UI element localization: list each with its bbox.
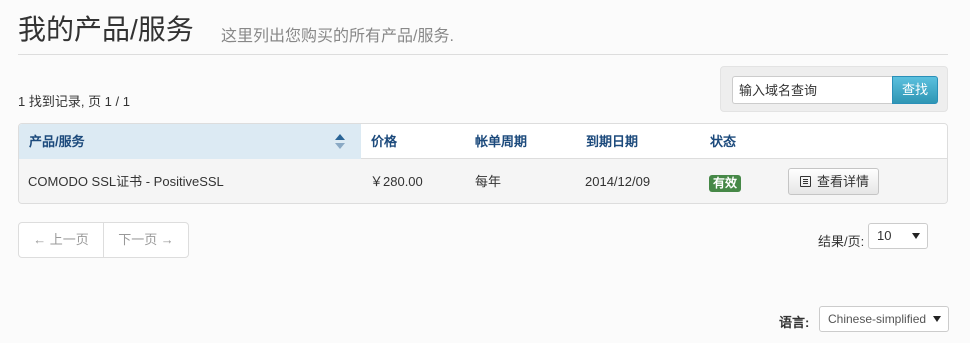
column-header-billing-cycle[interactable]: 帐单周期	[475, 124, 527, 159]
product-price: ￥280.00	[370, 174, 423, 189]
chevron-down-icon	[933, 316, 941, 322]
table-row[interactable]: COMODO SSL证书 - PositiveSSL ￥280.00 每年 20…	[19, 160, 947, 203]
billing-cycle: 每年	[475, 174, 502, 189]
view-details-button[interactable]: 查看详情	[788, 168, 879, 195]
records-count: 1 找到记录, 页 1 / 1	[18, 94, 130, 109]
domain-search-input[interactable]	[732, 76, 892, 104]
product-name: COMODO SSL证书 - PositiveSSL	[28, 174, 224, 189]
status-badge: 有效	[709, 175, 742, 192]
products-table: 产品/服务 价格 帐单周期 到期日期 状态 COMODO SSL证书 - Pos…	[18, 123, 948, 204]
sort-icon	[335, 134, 345, 150]
per-page-select[interactable]: 10	[868, 223, 928, 249]
column-header-label: 产品/服务	[29, 134, 85, 149]
list-icon	[800, 176, 811, 187]
table-header-row: 产品/服务 价格 帐单周期 到期日期 状态	[19, 124, 947, 159]
language-label: 语言:	[779, 315, 810, 330]
page-subtitle: 这里列出您购买的所有产品/服务.	[221, 28, 454, 45]
per-page-value: 10	[877, 228, 892, 243]
next-page-button[interactable]: 下一页 →	[104, 223, 188, 257]
domain-search-box: 查找	[720, 66, 948, 112]
previous-page-button[interactable]: ← 上一页	[19, 223, 104, 257]
column-header-product[interactable]: 产品/服务	[19, 124, 361, 159]
per-page-label: 结果/页:	[818, 234, 865, 249]
column-header-status[interactable]: 状态	[710, 124, 736, 159]
due-date: 2014/12/09	[585, 174, 651, 189]
search-button[interactable]: 查找	[892, 76, 938, 104]
view-details-label: 查看详情	[817, 174, 870, 189]
page-header: 我的产品/服务 这里列出您购买的所有产品/服务.	[18, 0, 948, 55]
column-header-due-date[interactable]: 到期日期	[586, 124, 638, 159]
pagination: ← 上一页 下一页 →	[18, 222, 189, 258]
column-header-price[interactable]: 价格	[371, 124, 397, 159]
page-title: 我的产品/服务	[18, 14, 194, 45]
chevron-down-icon	[912, 233, 920, 239]
language-value: Chinese-simplified	[828, 312, 927, 326]
language-select[interactable]: Chinese-simplified	[819, 306, 949, 332]
